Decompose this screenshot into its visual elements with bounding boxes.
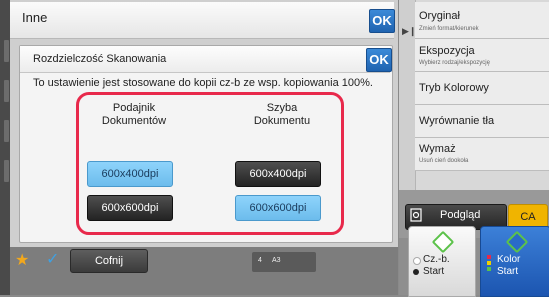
dialog-ok-button[interactable]: OK bbox=[366, 48, 392, 72]
heading-line: Dokumentów bbox=[101, 115, 167, 127]
feeder-600x400-option[interactable]: 600x400dpi bbox=[87, 161, 173, 187]
menu-item-exposure[interactable]: Ekspozycja Wybierz rodzaj/ekspozycję bbox=[415, 39, 549, 72]
menu-item-sublabel: Zmień format/kierunek bbox=[419, 26, 479, 32]
paper-size: A3 bbox=[272, 257, 281, 264]
diamond-icon bbox=[431, 230, 455, 254]
glass-600x600-option[interactable]: 600x600dpi bbox=[235, 195, 321, 221]
edge-tab[interactable] bbox=[4, 80, 9, 102]
background-title-bar bbox=[10, 2, 394, 39]
menu-item-sublabel: Wybierz rodzaj/ekspozycję bbox=[419, 60, 490, 66]
dialog-description: To ustawienie jest stosowane do kopii cz… bbox=[33, 77, 373, 89]
check-icon[interactable]: ✓ bbox=[46, 249, 59, 269]
color-dot-icon bbox=[487, 261, 491, 265]
background-ok-button[interactable]: OK bbox=[369, 9, 395, 33]
edge-tab[interactable] bbox=[4, 160, 9, 182]
menu-item-color-mode[interactable]: Tryb Kolorowy bbox=[415, 72, 549, 105]
bw-dot-icon bbox=[413, 257, 421, 265]
start-bw-label-line1: Cz.-b. bbox=[423, 254, 450, 265]
feeder-600x600-option[interactable]: 600x600dpi bbox=[87, 195, 173, 221]
menu-item-background-adjust[interactable]: Wyrównanie tła bbox=[415, 105, 549, 138]
menu-item-erase[interactable]: Wymaż Usuń cień dookoła bbox=[415, 138, 549, 171]
bw-dot-icon bbox=[413, 269, 419, 275]
glass-600x400-option[interactable]: 600x400dpi bbox=[235, 161, 321, 187]
column-heading-glass: Szyba Dokumentu bbox=[234, 102, 330, 128]
heading-line: Szyba bbox=[266, 102, 298, 114]
star-icon[interactable]: ★ bbox=[15, 250, 29, 270]
menu-item-label: Ekspozycja bbox=[419, 45, 475, 57]
color-dot-icon bbox=[487, 255, 491, 259]
preview-label: Podgląd bbox=[440, 209, 481, 221]
menu-item-label: Oryginał bbox=[419, 10, 460, 22]
start-bw-label-line2: Start bbox=[423, 266, 445, 277]
column-heading-feeder: Podajnik Dokumentów bbox=[86, 102, 182, 128]
dialog-title: Rozdzielczość Skanowania bbox=[33, 53, 167, 65]
menu-item-original[interactable]: Oryginał Zmień format/kierunek bbox=[415, 2, 549, 39]
start-bw-button[interactable]: Cz.-b. Start bbox=[408, 226, 476, 297]
menu-item-label: Wymaż bbox=[419, 143, 456, 155]
background-title: Inne bbox=[22, 10, 48, 25]
page-number: 4 bbox=[258, 257, 262, 264]
menu-item-sublabel: Usuń cień dookoła bbox=[419, 158, 469, 164]
preview-icon bbox=[410, 208, 422, 222]
bottom-bar bbox=[10, 247, 398, 295]
menu-item-label: Wyrównanie tła bbox=[419, 115, 495, 127]
menu-item-label: Tryb Kolorowy bbox=[419, 82, 489, 94]
start-color-label-line1: Kolor bbox=[497, 254, 521, 265]
edge-tab[interactable] bbox=[4, 40, 9, 62]
heading-line: Podajnik bbox=[112, 102, 156, 114]
color-dot-icon bbox=[487, 267, 491, 271]
heading-line: Dokumentu bbox=[253, 115, 311, 127]
edge-tab[interactable] bbox=[4, 120, 9, 142]
start-color-button[interactable]: Kolor Start bbox=[480, 226, 549, 297]
start-color-label-line2: Start bbox=[497, 266, 519, 277]
diamond-icon bbox=[505, 230, 529, 254]
back-button[interactable]: Cofnij bbox=[70, 249, 148, 273]
